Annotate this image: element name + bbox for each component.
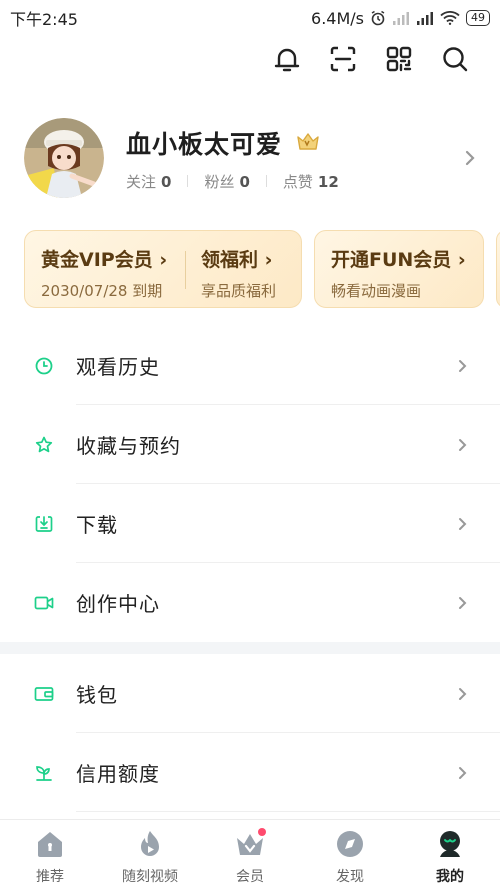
vip-card-gold: 黄金VIP会员 › 2030/07/28 到期 领福利 › 享品质福利	[24, 230, 302, 308]
chevron-right-icon	[458, 437, 468, 453]
qr-code-icon[interactable]	[384, 44, 414, 74]
status-time: 下午2:45	[10, 10, 78, 29]
bell-icon[interactable]	[272, 44, 302, 74]
menu-watch-history[interactable]: 观看历史	[0, 326, 500, 405]
network-speed: 6.4M/s	[311, 8, 364, 28]
nav-recommend[interactable]: 推荐	[0, 820, 100, 889]
divider	[185, 251, 186, 289]
wifi-icon	[440, 11, 460, 25]
stat-following[interactable]: 关注 0	[126, 171, 171, 192]
chevron-right-icon	[458, 595, 468, 611]
next-card-peek[interactable]	[496, 230, 500, 308]
my-page: 下午2:45 6.4M/s 49 血小板太可爱 关注 0 粉丝 0 点赞 12 …	[0, 0, 500, 889]
signal-icon-2	[416, 11, 434, 25]
menu-label: 创作中心	[76, 592, 160, 616]
menu-credit-limit[interactable]: 信用额度	[0, 733, 500, 812]
chevron-right-icon	[458, 516, 468, 532]
nav-discover[interactable]: 发现	[300, 820, 400, 889]
divider	[265, 175, 267, 187]
sprout-icon	[34, 763, 54, 783]
profile-stats: 关注 0 粉丝 0 点赞 12	[126, 171, 464, 192]
stat-followers[interactable]: 粉丝 0	[204, 171, 249, 192]
chevron-right-icon	[458, 358, 468, 374]
scan-icon[interactable]	[328, 44, 358, 74]
menu-label: 下载	[76, 513, 118, 537]
divider	[187, 175, 189, 187]
gold-vip-entry[interactable]: 黄金VIP会员 › 2030/07/28 到期	[41, 245, 167, 301]
flame-icon	[134, 828, 166, 860]
stat-likes[interactable]: 点赞 12	[283, 171, 339, 192]
menu-label: 信用额度	[76, 762, 160, 786]
profile-icon	[434, 828, 466, 860]
signal-icon	[392, 11, 410, 25]
chevron-right-icon	[458, 765, 468, 781]
home-icon	[34, 828, 66, 860]
compass-icon	[334, 828, 366, 860]
profile-header[interactable]: 血小板太可爱 关注 0 粉丝 0 点赞 12	[24, 118, 476, 198]
download-icon	[34, 514, 54, 534]
nav-short-video[interactable]: 随刻视频	[100, 820, 200, 889]
menu-download[interactable]: 下载	[0, 484, 500, 563]
divider	[76, 811, 500, 812]
bottom-nav: 推荐 随刻视频 会员 发现 我的	[0, 819, 500, 889]
nav-vip[interactable]: 会员	[200, 820, 300, 889]
top-actions	[272, 44, 470, 74]
section-separator	[0, 642, 500, 654]
avatar[interactable]	[24, 118, 104, 198]
star-icon	[34, 435, 54, 455]
notification-dot	[258, 828, 266, 836]
menu-wallet[interactable]: 钱包	[0, 654, 500, 733]
video-camera-icon	[34, 593, 54, 613]
battery-indicator: 49	[466, 10, 490, 26]
welfare-entry[interactable]: 领福利 › 享品质福利	[201, 245, 276, 301]
username: 血小板太可爱	[126, 129, 283, 159]
vip-crown-badge-icon[interactable]	[296, 131, 320, 155]
chevron-right-icon	[458, 686, 468, 702]
menu-label: 钱包	[76, 683, 118, 707]
nav-mine[interactable]: 我的	[400, 820, 500, 889]
alarm-icon	[370, 10, 386, 26]
fun-vip-card[interactable]: 开通FUN会员 › 畅看动画漫画	[314, 230, 484, 308]
menu-label: 观看历史	[76, 355, 160, 379]
status-bar: 下午2:45 6.4M/s 49	[0, 0, 500, 36]
search-icon[interactable]	[440, 44, 470, 74]
wallet-icon	[34, 684, 54, 704]
chevron-right-icon[interactable]	[464, 148, 476, 168]
menu-favorites[interactable]: 收藏与预约	[0, 405, 500, 484]
menu-label: 收藏与预约	[76, 434, 181, 458]
menu-creator-center[interactable]: 创作中心	[0, 563, 500, 642]
clock-icon	[34, 356, 54, 376]
